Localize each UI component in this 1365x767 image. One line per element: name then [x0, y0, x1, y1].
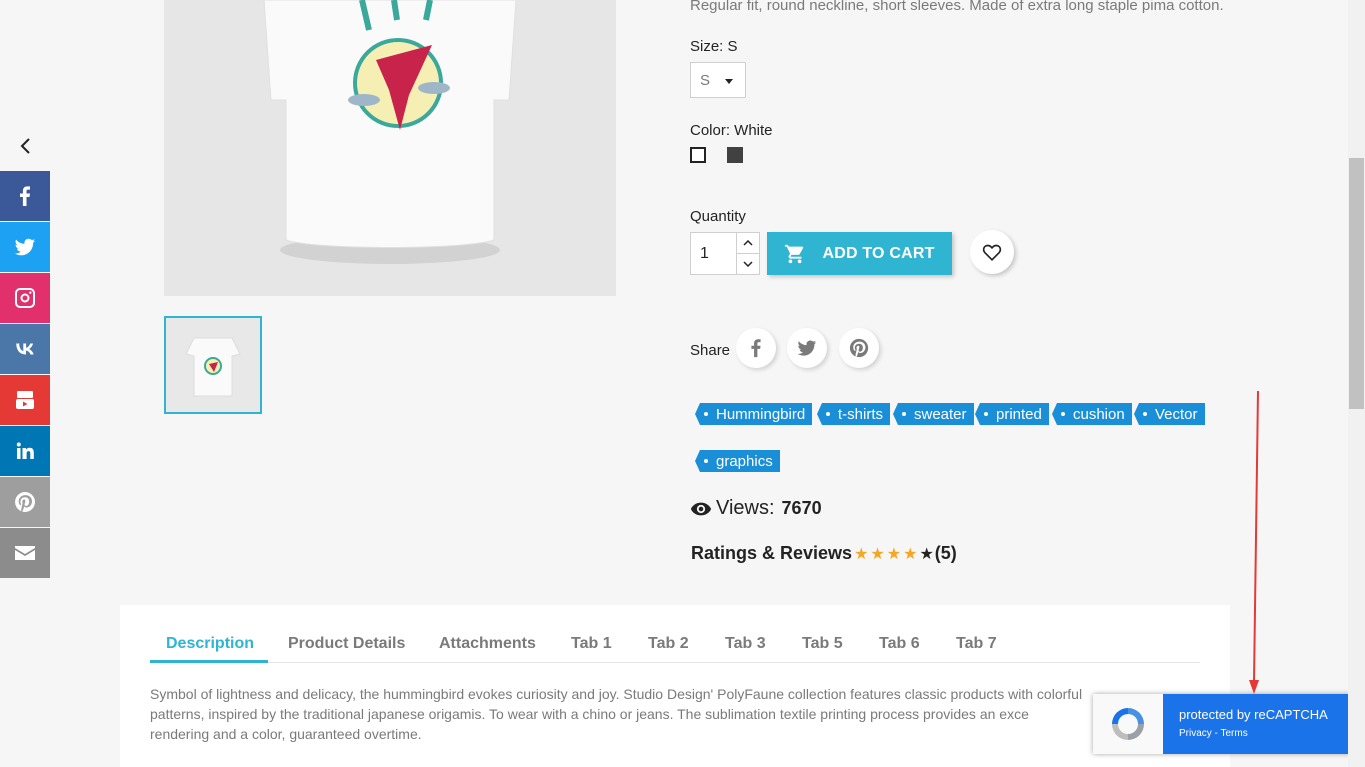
- recaptcha-badge[interactable]: protected by reCAPTCHA Privacy - Terms: [1093, 694, 1350, 754]
- product-main-image[interactable]: [164, 0, 616, 296]
- quantity-increment-button[interactable]: [736, 233, 759, 254]
- quantity-stepper[interactable]: 1: [690, 232, 760, 275]
- youtube-icon: [16, 391, 34, 409]
- tag-link[interactable]: t-shirts: [817, 403, 890, 425]
- recaptcha-title: protected by reCAPTCHA: [1179, 707, 1328, 722]
- ratings-reviews[interactable]: Ratings & Reviews ★ ★ ★ ★ ★ (5): [691, 543, 957, 564]
- recaptcha-info: protected by reCAPTCHA Privacy - Terms: [1163, 694, 1350, 754]
- add-to-cart-button[interactable]: ADD TO CART: [767, 232, 952, 275]
- star-filled-icon: ★: [870, 545, 885, 563]
- tag-link[interactable]: printed: [975, 403, 1049, 425]
- annotation-arrow: [1249, 390, 1259, 694]
- tab-product-details[interactable]: Product Details: [288, 635, 405, 653]
- tag-link[interactable]: Vector: [1134, 403, 1205, 425]
- caret-down-icon: [725, 79, 733, 84]
- views-label: Views:: [716, 497, 775, 519]
- tab-7[interactable]: Tab 7: [956, 635, 997, 653]
- share-twitter-button[interactable]: [787, 328, 827, 368]
- quantity-decrement-button[interactable]: [736, 254, 759, 274]
- tag-link[interactable]: graphics: [695, 450, 780, 472]
- color-label: Color: White: [690, 122, 773, 139]
- description-line: Symbol of lightness and delicacy, the hu…: [150, 686, 1083, 702]
- chevron-down-icon: [743, 261, 753, 267]
- tag-link[interactable]: cushion: [1052, 403, 1132, 425]
- active-tab-indicator: [150, 660, 268, 663]
- share-label: Share: [690, 342, 731, 359]
- product-thumbnail[interactable]: [164, 316, 262, 414]
- tabs-divider: [150, 662, 1200, 663]
- star-filled-icon: ★: [903, 545, 918, 563]
- chevron-up-icon: [743, 240, 753, 246]
- star-filled-icon: ★: [854, 545, 869, 563]
- email-icon: [15, 546, 35, 560]
- pinterest-share-button[interactable]: [0, 477, 50, 527]
- shopping-cart-icon: [785, 244, 804, 263]
- size-select-value: S: [700, 71, 711, 89]
- recaptcha-logo-icon: [1093, 694, 1163, 754]
- eye-icon: [690, 502, 712, 515]
- youtube-share-button[interactable]: [0, 375, 50, 425]
- heart-icon: [982, 244, 1002, 261]
- linkedin-share-button[interactable]: [0, 426, 50, 476]
- size-label: Size: S: [690, 38, 738, 55]
- facebook-icon: [751, 339, 761, 358]
- share-pinterest-button[interactable]: [839, 328, 879, 368]
- tab-1[interactable]: Tab 1: [571, 635, 612, 653]
- size-select[interactable]: S: [690, 62, 746, 98]
- share-facebook-button[interactable]: [736, 328, 776, 368]
- views-value: 7670: [781, 498, 822, 518]
- ratings-label: Ratings & Reviews: [691, 543, 853, 563]
- facebook-icon: [20, 186, 30, 206]
- twitter-icon: [14, 238, 35, 256]
- instagram-share-button[interactable]: [0, 273, 50, 323]
- star-icon: ★: [919, 545, 934, 563]
- views-counter: Views: 7670: [690, 497, 822, 520]
- twitter-share-button[interactable]: [0, 222, 50, 272]
- product-description: Symbol of lightness and delicacy, the hu…: [150, 684, 1160, 744]
- tag-link[interactable]: sweater: [893, 403, 974, 425]
- tab-attachments[interactable]: Attachments: [439, 635, 536, 653]
- tab-6[interactable]: Tab 6: [879, 635, 920, 653]
- tab-5[interactable]: Tab 5: [802, 635, 843, 653]
- email-share-button[interactable]: [0, 528, 50, 578]
- description-line: patterns, inspired by the traditional ja…: [150, 706, 1029, 722]
- color-swatch-white[interactable]: [690, 147, 706, 163]
- scrollbar-thumb[interactable]: [1349, 158, 1364, 409]
- tab-description[interactable]: Description: [166, 635, 254, 653]
- ratings-count: (5): [934, 543, 957, 563]
- quantity-input[interactable]: 1: [700, 245, 709, 263]
- add-to-cart-label: ADD TO CART: [822, 244, 935, 262]
- star-filled-icon: ★: [886, 545, 902, 563]
- linkedin-icon: [16, 442, 34, 459]
- instagram-icon: [15, 288, 35, 308]
- recaptcha-privacy-terms-link[interactable]: Privacy - Terms: [1179, 728, 1248, 739]
- description-line: rendering and a color, guaranteed overti…: [150, 726, 422, 742]
- wishlist-button[interactable]: [970, 230, 1014, 274]
- pinterest-icon: [849, 338, 869, 358]
- quantity-label: Quantity: [690, 208, 746, 225]
- tag-link[interactable]: Hummingbird: [694, 403, 813, 425]
- pinterest-icon: [15, 492, 36, 512]
- twitter-icon: [797, 340, 817, 356]
- vk-share-button[interactable]: [0, 324, 50, 374]
- color-swatch-gray[interactable]: [727, 147, 743, 163]
- facebook-share-button[interactable]: [0, 171, 50, 221]
- product-short-description: Regular fit, round neckline, short sleev…: [690, 0, 1224, 14]
- collapse-sidebar-chevron-left-icon[interactable]: [14, 134, 38, 158]
- vk-icon: [16, 343, 34, 355]
- tab-3[interactable]: Tab 3: [725, 635, 766, 653]
- tab-2[interactable]: Tab 2: [648, 635, 689, 653]
